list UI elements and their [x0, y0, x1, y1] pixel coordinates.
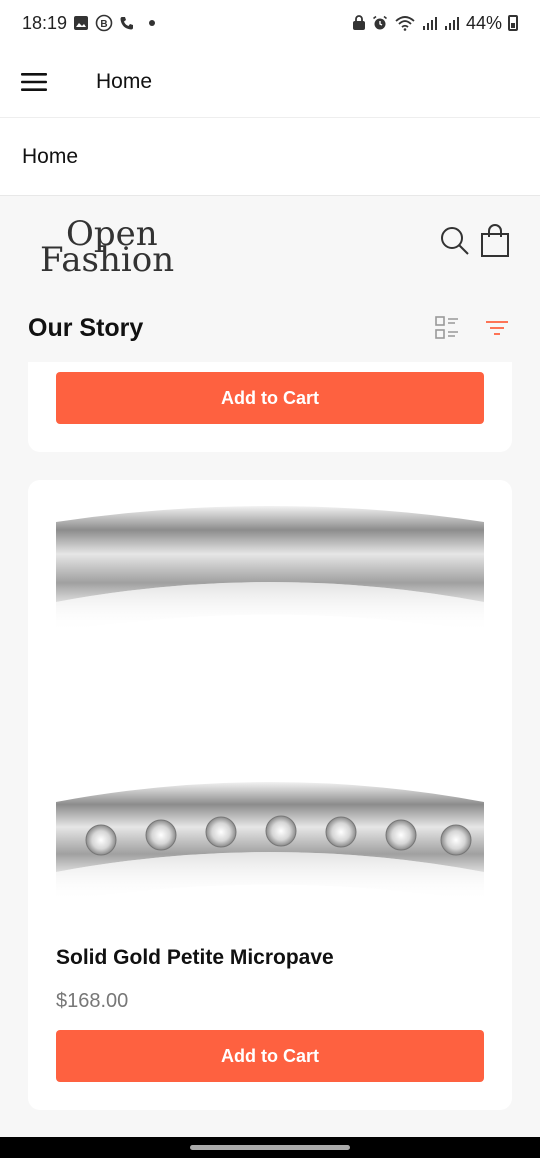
list-view-icon — [435, 316, 458, 339]
svg-text:B: B — [100, 19, 107, 30]
system-nav-bar — [0, 1137, 540, 1158]
cart-bag-button[interactable] — [478, 224, 512, 258]
home-gesture-handle[interactable] — [190, 1145, 350, 1150]
alarm-icon — [372, 15, 388, 31]
breadcrumb: Home — [0, 118, 540, 196]
logo-line-2: Fashion — [40, 240, 175, 280]
section-header: Our Story — [0, 294, 540, 362]
gallery-icon — [73, 15, 89, 31]
status-left: 18:19 B — [22, 12, 156, 34]
list-view-button[interactable] — [432, 313, 462, 343]
brand-actions — [438, 224, 512, 258]
shopping-bag-icon — [481, 224, 509, 257]
lock-icon — [352, 15, 366, 31]
product-image[interactable] — [56, 502, 484, 912]
b-badge-icon: B — [95, 14, 113, 32]
brand-logo[interactable]: Open Fashion — [40, 214, 190, 282]
view-tools — [432, 313, 512, 343]
app-bar: Home — [0, 46, 540, 118]
product-card[interactable]: Solid Gold Petite Micropave $168.00 Add … — [28, 480, 512, 1110]
product-list[interactable]: Add to Cart Solid Gold Petite Micropave … — [0, 362, 540, 1137]
phone-icon — [119, 15, 135, 31]
product-name[interactable]: Solid Gold Petite Micropave — [56, 946, 334, 970]
search-icon — [441, 227, 469, 255]
notification-dot-icon — [149, 20, 156, 26]
silver-diamond-rings-image — [56, 506, 484, 902]
signal-icon — [422, 15, 438, 31]
product-price: $168.00 — [56, 990, 129, 1012]
menu-button[interactable] — [0, 46, 70, 118]
add-to-cart-button[interactable]: Add to Cart — [56, 372, 484, 424]
hamburger-icon — [21, 72, 47, 91]
search-button[interactable] — [438, 224, 472, 258]
status-bar: 18:19 B 44% — [0, 0, 540, 46]
wifi-icon — [394, 15, 416, 31]
signal-icon — [444, 15, 460, 31]
breadcrumb-home[interactable]: Home — [22, 145, 78, 169]
status-right: 44% — [352, 13, 518, 34]
filter-button[interactable] — [482, 313, 512, 343]
battery-percent: 44% — [465, 12, 502, 33]
add-to-cart-button[interactable]: Add to Cart — [56, 1030, 484, 1082]
brand-header: Open Fashion — [0, 196, 540, 294]
battery-icon — [508, 15, 518, 31]
section-title: Our Story — [28, 313, 144, 342]
status-time: 18:19 — [22, 12, 68, 33]
filter-icon — [486, 321, 508, 335]
product-card: Add to Cart — [28, 362, 512, 452]
page-title: Home — [96, 69, 153, 93]
